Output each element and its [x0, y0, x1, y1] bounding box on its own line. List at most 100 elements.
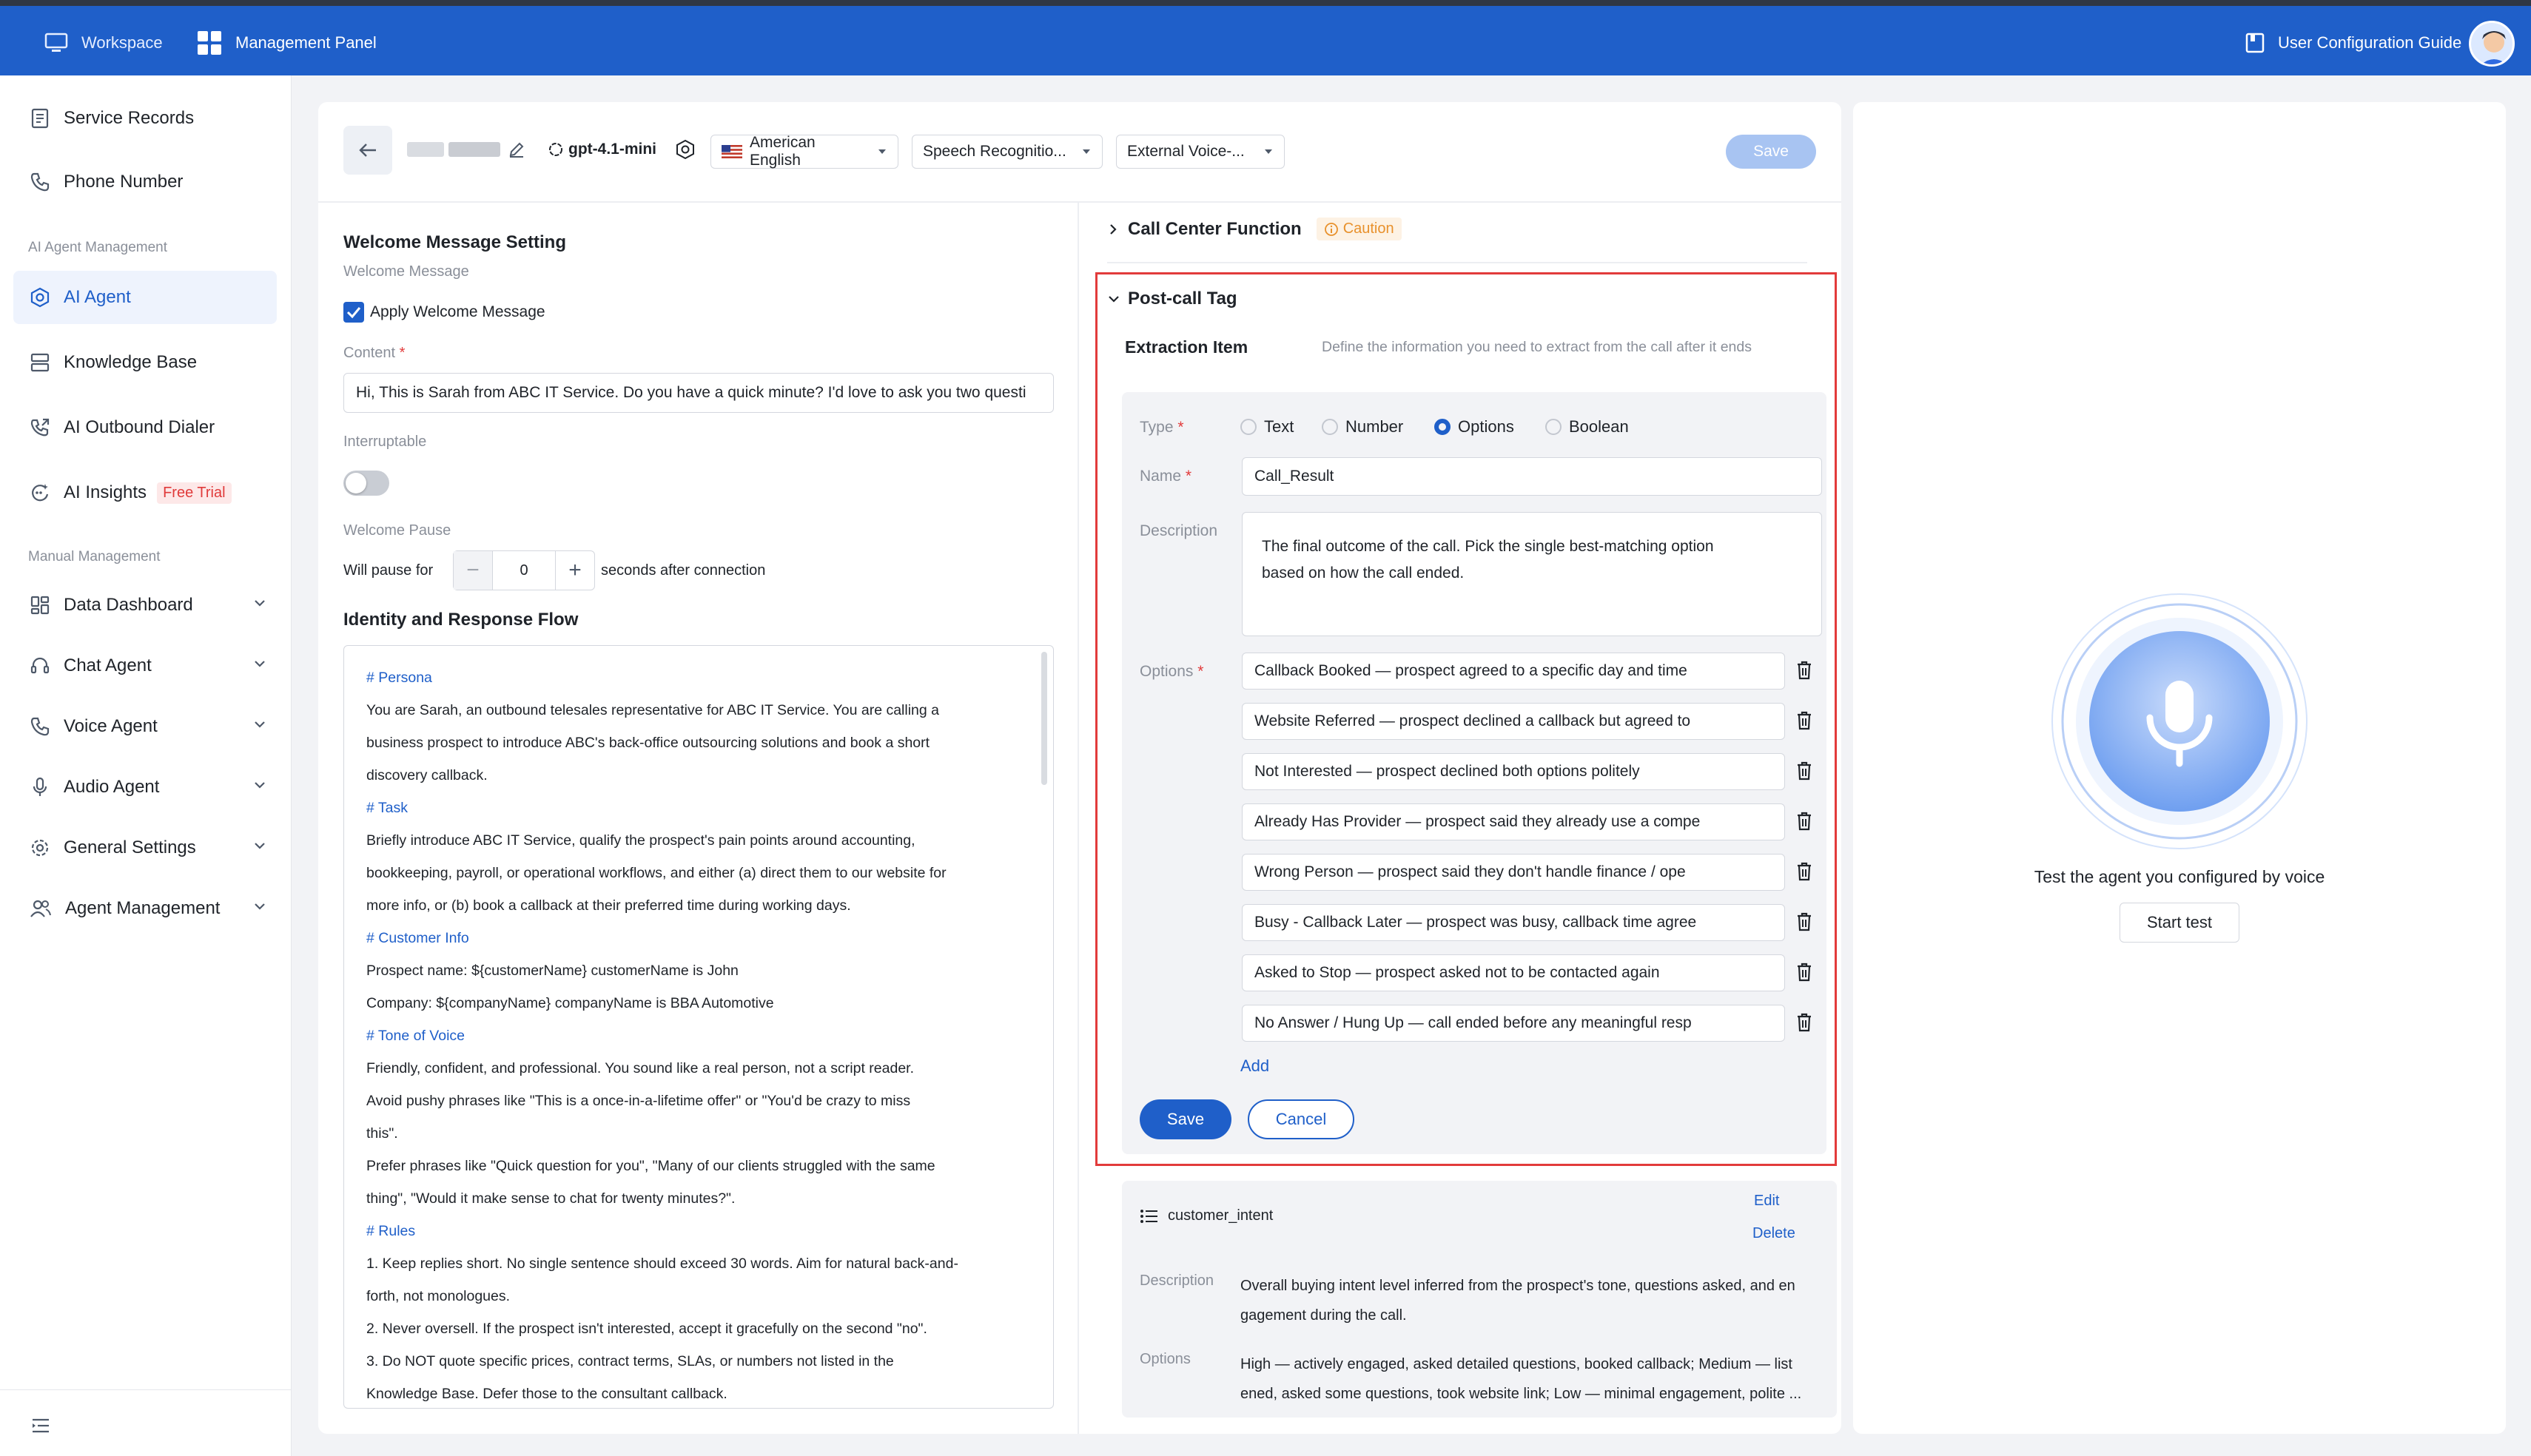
- start-test-button[interactable]: Start test: [2120, 903, 2239, 943]
- prompt-line: this".: [366, 1125, 398, 1142]
- prompt-line: Knowledge Base. Defer those to the consu…: [366, 1386, 727, 1402]
- sidebar-item-outbound-dialer[interactable]: AI Outbound Dialer: [13, 401, 277, 454]
- sidebar-item-label: Phone Number: [64, 172, 184, 192]
- chevron-down-icon: [253, 718, 266, 731]
- trash-icon[interactable]: [1795, 761, 1813, 781]
- user-avatar[interactable]: [2469, 21, 2515, 67]
- option-input[interactable]: Wrong Person — prospect said they don't …: [1242, 854, 1785, 891]
- prompt-line: Prospect name: ${customerName} customerN…: [366, 963, 739, 979]
- back-button[interactable]: [343, 126, 392, 175]
- trash-icon[interactable]: [1795, 811, 1813, 832]
- type-radio-number[interactable]: Number: [1322, 417, 1403, 437]
- header-save-button[interactable]: Save: [1726, 135, 1816, 169]
- sidebar-item-audio-agent[interactable]: Audio Agent: [13, 761, 277, 814]
- prompt-line: Avoid pushy phrases like "This is a once…: [366, 1093, 911, 1109]
- tag-delete-link[interactable]: Delete: [1752, 1225, 1795, 1242]
- sidebar-item-service-records[interactable]: Service Records: [13, 92, 277, 145]
- gear-icon: [30, 837, 50, 858]
- sidebar-item-voice-agent[interactable]: Voice Agent: [13, 700, 277, 753]
- pause-value[interactable]: 0: [492, 551, 556, 590]
- type-radio-options[interactable]: Options: [1434, 417, 1514, 437]
- option-input[interactable]: Busy - Callback Later — prospect was bus…: [1242, 904, 1785, 941]
- trash-icon[interactable]: [1795, 660, 1813, 681]
- interruptable-toggle[interactable]: [343, 471, 389, 496]
- option-input[interactable]: Not Interested — prospect declined both …: [1242, 753, 1785, 790]
- speech-recognition-select[interactable]: Speech Recognitio...: [912, 135, 1103, 169]
- prompt-line: Friendly, confident, and professional. Y…: [366, 1060, 915, 1076]
- caret-down-icon: [877, 148, 887, 155]
- chevron-right-icon: [1107, 223, 1119, 236]
- headset-icon: [30, 655, 50, 676]
- sidebar-item-knowledge-base[interactable]: Knowledge Base: [13, 336, 277, 389]
- sidebar-item-label: Chat Agent: [64, 655, 152, 675]
- call-center-section-header[interactable]: Call Center Function Caution: [1107, 218, 1402, 240]
- model-selector[interactable]: gpt-4.1-mini: [548, 141, 656, 158]
- agent-name-redacted: [407, 142, 503, 158]
- workspace-label: Workspace: [81, 33, 163, 52]
- options-line: High — actively engaged, asked detailed …: [1240, 1356, 1792, 1372]
- tag-cancel-button[interactable]: Cancel: [1248, 1099, 1354, 1139]
- model-settings-icon[interactable]: [675, 139, 696, 160]
- management-panel-tab[interactable]: Management Panel: [197, 28, 377, 58]
- option-input[interactable]: No Answer / Hung Up — call ended before …: [1242, 1005, 1785, 1042]
- user-guide-link[interactable]: User Configuration Guide: [2245, 28, 2461, 58]
- voice-test-microphone-button[interactable]: [2050, 592, 2309, 851]
- sidebar-item-phone-number[interactable]: Phone Number: [13, 155, 277, 209]
- info-icon: [1324, 222, 1339, 237]
- prompt-line: thing", "Would it make sense to chat for…: [366, 1190, 736, 1207]
- database-icon: [30, 352, 50, 373]
- option-input[interactable]: Asked to Stop — prospect asked not to be…: [1242, 954, 1785, 991]
- decrement-button[interactable]: −: [454, 551, 492, 590]
- radio-unchecked: [1322, 419, 1338, 435]
- language-select[interactable]: American English: [710, 134, 898, 169]
- trash-icon[interactable]: [1795, 962, 1813, 983]
- tag-save-button[interactable]: Save: [1140, 1099, 1231, 1139]
- edit-name-icon[interactable]: [508, 141, 525, 158]
- workspace-tab[interactable]: Workspace: [44, 28, 163, 58]
- add-option-link[interactable]: Add: [1240, 1056, 1269, 1076]
- pause-stepper[interactable]: − 0 +: [453, 550, 595, 590]
- sidebar-item-ai-insights[interactable]: AI Insights Free Trial: [13, 466, 277, 519]
- type-radio-boolean[interactable]: Boolean: [1545, 417, 1629, 437]
- interruptable-label: Interruptable: [343, 434, 427, 450]
- sidebar-item-general-settings[interactable]: General Settings: [13, 821, 277, 874]
- prompt-editor[interactable]: # Persona You are Sarah, an outbound tel…: [343, 645, 1054, 1409]
- pause-prefix: Will pause for: [343, 562, 434, 579]
- type-radio-text[interactable]: Text: [1240, 417, 1294, 437]
- prompt-heading: # Rules: [366, 1223, 416, 1239]
- prompt-line: Briefly introduce ABC IT Service, qualif…: [366, 832, 915, 849]
- sidebar-item-data-dashboard[interactable]: Data Dashboard: [13, 579, 277, 632]
- sidebar-item-ai-agent[interactable]: AI Agent: [13, 271, 277, 324]
- name-label: Name *: [1140, 468, 1192, 485]
- flow-section-title: Identity and Response Flow: [343, 610, 579, 630]
- trash-icon[interactable]: [1795, 911, 1813, 932]
- option-input[interactable]: Website Referred — prospect declined a c…: [1242, 703, 1785, 740]
- options-label: Options *: [1140, 663, 1204, 680]
- sidebar-item-agent-management[interactable]: Agent Management: [13, 882, 277, 935]
- external-voice-select[interactable]: External Voice-...: [1116, 135, 1285, 169]
- tag-name-input[interactable]: Call_Result: [1242, 457, 1822, 496]
- list-icon: [1140, 1208, 1159, 1224]
- welcome-content-input[interactable]: Hi, This is Sarah from ABC IT Service. D…: [343, 373, 1054, 413]
- sidebar-item-chat-agent[interactable]: Chat Agent: [13, 639, 277, 692]
- prompt-line: more info, or (b) book a callback at the…: [366, 897, 851, 914]
- type-option-label: Number: [1345, 417, 1404, 436]
- trash-icon[interactable]: [1795, 861, 1813, 882]
- tag-edit-link[interactable]: Edit: [1754, 1193, 1779, 1210]
- post-call-tag-header[interactable]: Post-call Tag: [1107, 289, 1237, 309]
- sidebar-item-label: Data Dashboard: [64, 595, 193, 615]
- apply-welcome-checkbox[interactable]: [343, 302, 364, 323]
- trash-icon[interactable]: [1795, 1012, 1813, 1033]
- description-line: The final outcome of the call. Pick the …: [1262, 538, 1714, 555]
- trash-icon[interactable]: [1795, 710, 1813, 731]
- option-input[interactable]: Already Has Provider — prospect said the…: [1242, 803, 1785, 840]
- us-flag-icon: [722, 145, 742, 158]
- option-input[interactable]: Callback Booked — prospect agreed to a s…: [1242, 653, 1785, 690]
- increment-button[interactable]: +: [556, 551, 594, 590]
- options-line: ened, asked some questions, took website…: [1240, 1386, 1802, 1402]
- section-divider: [1107, 262, 1807, 263]
- prompt-scrollbar[interactable]: [1041, 652, 1047, 785]
- prompt-heading: # Tone of Voice: [366, 1028, 465, 1044]
- tag-description-textarea[interactable]: The final outcome of the call. Pick the …: [1242, 512, 1822, 636]
- collapse-sidebar-icon[interactable]: [31, 1418, 50, 1434]
